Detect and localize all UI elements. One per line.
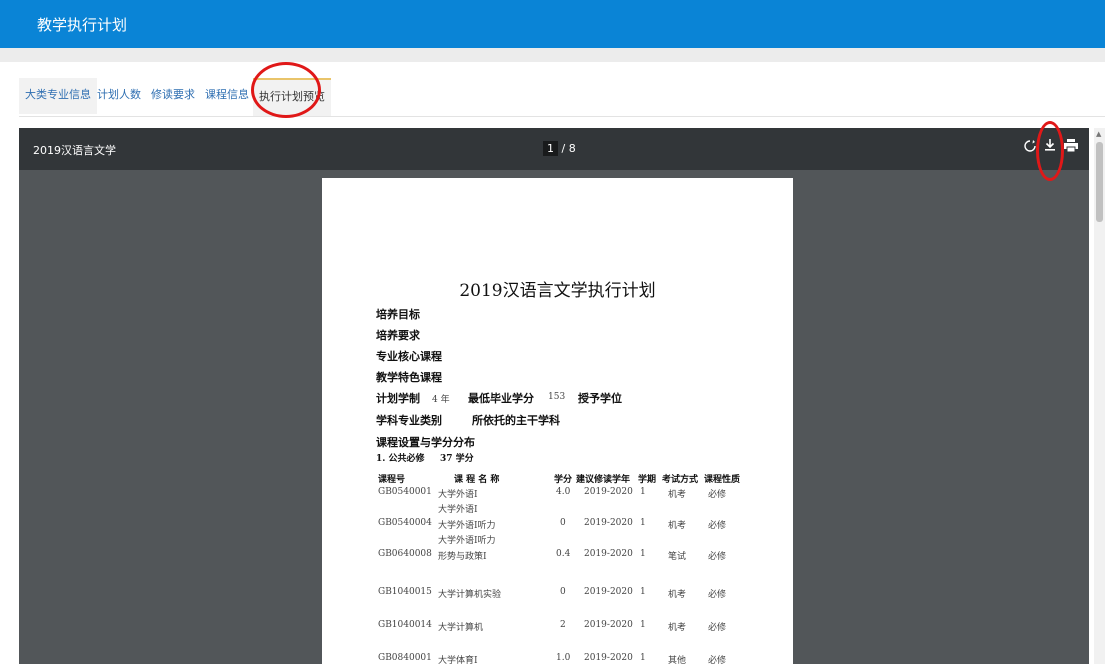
cell-credit: 1.0 (556, 653, 571, 663)
tab-plan-count[interactable]: 计划人数 (91, 78, 147, 114)
table-row: GB0540001 大学外语Ⅰ 大学外语Ⅰ 4.0 2019-2020 1 机考… (322, 487, 793, 515)
pdf-toolbar: 2019汉语言文学 1 / 8 (19, 128, 1089, 170)
cell-term: 1 (640, 653, 646, 663)
cell-exam: 机考 (668, 490, 687, 500)
cell-name: 大学计算机实验 (438, 590, 502, 600)
cell-credit: 2 (560, 620, 566, 630)
credit-dist-label: 课程设置与学分分布 (376, 436, 475, 449)
scrollbar[interactable]: ▲ (1094, 128, 1105, 664)
scroll-up-icon[interactable]: ▲ (1096, 130, 1101, 138)
min-credit-label: 最低毕业学分 (468, 392, 534, 405)
category-label: 学科专业类别 (376, 414, 442, 427)
cell-name: 形势与政策Ⅰ (438, 552, 487, 562)
divider-band (0, 48, 1105, 62)
cell-exam: 笔试 (668, 552, 687, 562)
cell-year: 2019-2020 (584, 587, 633, 597)
tab-major-info[interactable]: 大类专业信息 (19, 78, 97, 114)
header-credit: 学分 (554, 475, 573, 485)
public-required-credits: 37 学分 (440, 454, 474, 464)
header-type: 课程性质 (704, 475, 741, 485)
cell-term: 1 (640, 587, 646, 597)
cell-year: 2019-2020 (584, 518, 633, 528)
tab-plan-preview[interactable]: 执行计划预览 (253, 78, 331, 116)
page-indicator: 1 / 8 (543, 141, 576, 156)
section-goal: 培养目标 (376, 308, 420, 321)
section-requirement: 培养要求 (376, 329, 420, 342)
cell-exam: 机考 (668, 590, 687, 600)
document-title: 2019汉语言文学 (33, 144, 116, 157)
page-total: / 8 (561, 142, 576, 155)
cell-term: 1 (640, 487, 646, 497)
cell-year: 2019-2020 (584, 487, 633, 497)
cell-exam: 机考 (668, 623, 687, 633)
pdf-viewer: 2019汉语言文学 1 / 8 2019汉语言文学执行计划 培养目标 培养要求 … (19, 128, 1089, 664)
cell-code: GB1040014 (378, 620, 432, 630)
pdf-page: 2019汉语言文学执行计划 培养目标 培养要求 专业核心课程 教学特色课程 计划… (322, 178, 793, 664)
cell-term: 1 (640, 518, 646, 528)
cell-code: GB0840001 (378, 653, 432, 663)
header-name: 课 程 名 称 (454, 475, 500, 485)
cell-type: 必修 (708, 656, 727, 664)
cell-type: 必修 (708, 521, 727, 531)
cell-year: 2019-2020 (584, 549, 633, 559)
main-subject-label: 所依托的主干学科 (472, 414, 560, 427)
table-row: GB0640008 形势与政策Ⅰ 0.4 2019-2020 1 笔试 必修 (322, 549, 793, 565)
rotate-icon[interactable] (1021, 138, 1039, 158)
table-row: GB1040015 大学计算机实验 0 2019-2020 1 机考 必修 (322, 587, 793, 603)
cell-exam: 其他 (668, 656, 687, 664)
public-required-label: 1. 公共必修 (376, 454, 425, 464)
header-exam: 考试方式 (662, 475, 699, 485)
tab-course-info[interactable]: 课程信息 (199, 78, 255, 114)
header-term: 学期 (638, 475, 657, 485)
header-year: 建议修读学年 (576, 475, 631, 485)
cell-name: 大学计算机 (438, 623, 484, 633)
degree-label: 授予学位 (578, 392, 622, 405)
cell-code: GB0640008 (378, 549, 432, 559)
cell-term: 1 (640, 549, 646, 559)
cell-exam: 机考 (668, 521, 687, 531)
page-title: 教学执行计划 (37, 16, 128, 34)
section-featured-courses: 教学特色课程 (376, 371, 442, 384)
cell-credit: 0 (560, 518, 566, 528)
page-current-input[interactable]: 1 (543, 141, 558, 156)
cell-name: 大学外语Ⅰ (438, 490, 478, 500)
tab-study-requirements[interactable]: 修读要求 (145, 78, 201, 114)
min-credit-value: 153 (548, 392, 566, 402)
cell-code: GB0540004 (378, 518, 432, 528)
cell-year: 2019-2020 (584, 620, 633, 630)
cell-name-sub: 大学外语Ⅰ听力 (438, 536, 496, 546)
print-icon[interactable] (1062, 138, 1080, 158)
doc-heading: 2019汉语言文学执行计划 (459, 281, 656, 301)
cell-type: 必修 (708, 590, 727, 600)
scrollbar-thumb[interactable] (1096, 142, 1103, 222)
cell-type: 必修 (708, 490, 727, 500)
table-header: 课程号 课 程 名 称 学分 建议修读学年 学期 考试方式 课程性质 (322, 472, 793, 488)
table-row: GB1040014 大学计算机 2 2019-2020 1 机考 必修 (322, 620, 793, 636)
header-code: 课程号 (378, 475, 406, 485)
cell-credit: 0.4 (556, 549, 571, 559)
cell-type: 必修 (708, 552, 727, 562)
cell-credit: 4.0 (556, 487, 571, 497)
top-bar: 教学执行计划 (0, 0, 1105, 48)
cell-year: 2019-2020 (584, 653, 633, 663)
tab-bar: 大类专业信息 计划人数 修读要求 课程信息 执行计划预览 (19, 62, 1105, 117)
cell-credit: 0 (560, 587, 566, 597)
table-row: GB0840001 大学体育Ⅰ 1.0 2019-2020 1 其他 必修 (322, 653, 793, 664)
download-icon[interactable] (1041, 138, 1059, 158)
duration-label: 计划学制 (376, 392, 420, 405)
cell-name: 大学外语Ⅰ听力 (438, 521, 496, 531)
cell-type: 必修 (708, 623, 727, 633)
duration-value: 4 年 (432, 395, 450, 405)
cell-code: GB0540001 (378, 487, 432, 497)
cell-term: 1 (640, 620, 646, 630)
section-core-courses: 专业核心课程 (376, 350, 442, 363)
table-row: GB0540004 大学外语Ⅰ听力 大学外语Ⅰ听力 0 2019-2020 1 … (322, 518, 793, 546)
cell-name: 大学体育Ⅰ (438, 656, 478, 664)
cell-code: GB1040015 (378, 587, 432, 597)
cell-name-sub: 大学外语Ⅰ (438, 505, 478, 515)
